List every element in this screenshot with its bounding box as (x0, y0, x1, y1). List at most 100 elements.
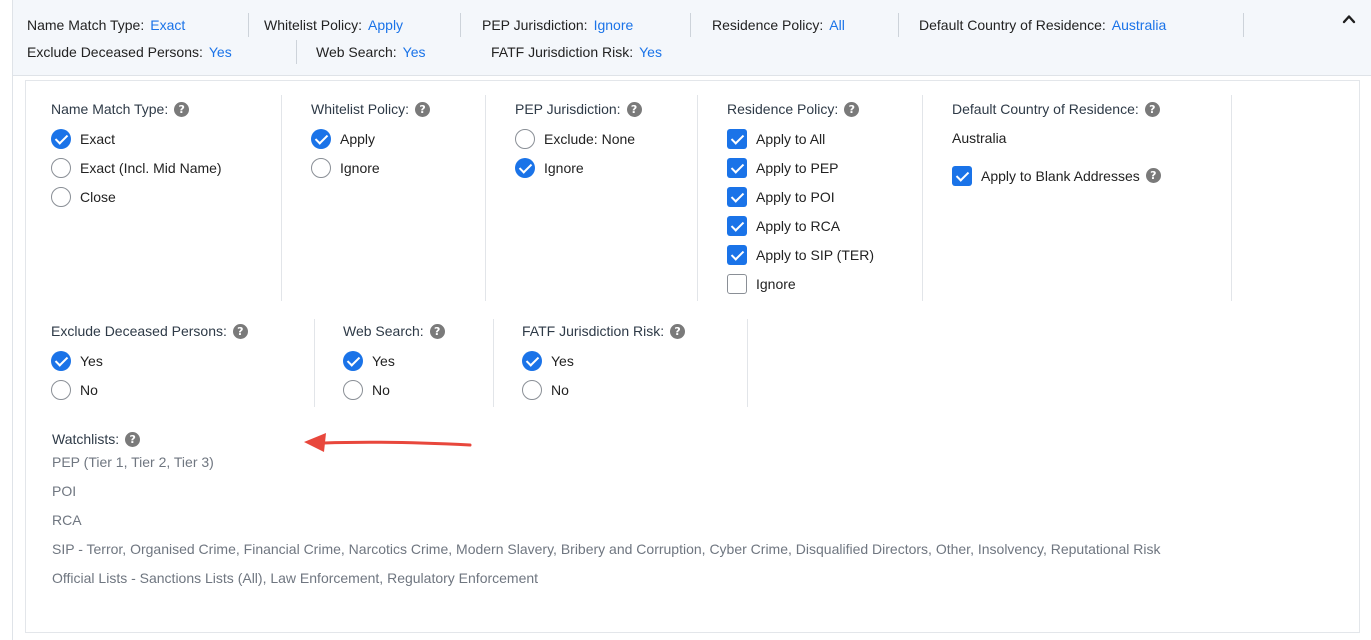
name-match-option-exact-mid[interactable]: Exact (Incl. Mid Name) (51, 153, 222, 182)
option-label: Ignore (544, 159, 584, 176)
fatf-option-no[interactable]: No (522, 375, 685, 404)
column-divider (281, 95, 282, 301)
option-label: Apply to PEP (756, 159, 839, 176)
radio-selected[interactable] (522, 350, 542, 371)
apply-blank-addresses-option[interactable]: Apply to Blank Addresses? (952, 161, 1161, 190)
pep-option-ignore[interactable]: Ignore (515, 153, 642, 182)
name-match-option-close[interactable]: Close (51, 182, 222, 211)
country-value: Australia (952, 130, 1007, 146)
summary-divider (460, 13, 461, 37)
radio-unselected[interactable] (311, 157, 331, 178)
summary-country: Default Country of Residence: Australia (919, 17, 1166, 33)
summary-divider (1243, 13, 1244, 37)
residence-group: Residence Policy:? Apply to All Apply to… (727, 100, 874, 298)
checkbox-checked[interactable] (727, 128, 747, 149)
pep-title: PEP Jurisdiction:? (515, 100, 642, 118)
help-icon[interactable]: ? (626, 101, 642, 117)
column-divider (747, 319, 748, 407)
screening-settings: Name Match Type: Exact Whitelist Policy: A… (12, 0, 1371, 640)
checkbox-checked[interactable] (727, 244, 747, 265)
help-icon[interactable]: ? (174, 101, 190, 117)
help-icon[interactable]: ? (232, 323, 248, 339)
summary-whitelist-value: Apply (368, 17, 404, 33)
watchlist-item: RCA (52, 512, 82, 528)
pep-option-exclude-none[interactable]: Exclude: None (515, 124, 642, 153)
watchlist-item: POI (52, 483, 77, 499)
country-group: Default Country of Residence:? Australia… (952, 100, 1161, 190)
help-icon[interactable]: ? (415, 101, 431, 117)
help-icon[interactable]: ? (1145, 168, 1161, 183)
residence-option-ignore[interactable]: Ignore (727, 269, 874, 298)
radio-selected[interactable] (343, 350, 363, 371)
summary-pep-label: PEP Jurisdiction: (482, 17, 588, 33)
watchlist-item: PEP (Tier 1, Tier 2, Tier 3) (52, 454, 214, 470)
residence-option-sip[interactable]: Apply to SIP (TER) (727, 240, 874, 269)
summary-divider (296, 40, 297, 64)
summary-name-match: Name Match Type: Exact (27, 17, 185, 33)
radio-selected[interactable] (311, 128, 331, 149)
radio-selected[interactable] (515, 157, 535, 178)
radio-unselected[interactable] (51, 379, 71, 400)
option-label: Apply to SIP (TER) (756, 246, 875, 263)
radio-unselected[interactable] (522, 379, 542, 400)
checkbox-checked[interactable] (952, 165, 972, 186)
summary-fatf-label: FATF Jurisdiction Risk: (491, 44, 634, 60)
summary-residence-value: All (829, 17, 845, 33)
name-match-option-exact[interactable]: Exact (51, 124, 222, 153)
radio-selected[interactable] (51, 350, 71, 371)
help-icon[interactable]: ? (670, 323, 686, 339)
name-match-title: Name Match Type:? (51, 100, 222, 118)
option-label: Exclude: None (544, 130, 636, 147)
option-label: Ignore (340, 159, 380, 176)
settings-summary-bar[interactable]: Name Match Type: Exact Whitelist Policy: A… (13, 0, 1371, 76)
web-search-group: Web Search:? Yes No (343, 322, 445, 404)
checkbox-checked[interactable] (727, 186, 747, 207)
column-divider (697, 95, 698, 301)
summary-web: Web Search: Yes (316, 44, 426, 60)
whitelist-title: Whitelist Policy:? (311, 100, 431, 118)
column-divider (1231, 95, 1232, 301)
checkbox-checked[interactable] (727, 157, 747, 178)
radio-unselected[interactable] (51, 186, 71, 207)
option-label: No (80, 381, 98, 398)
whitelist-option-apply[interactable]: Apply (311, 124, 430, 153)
help-icon[interactable]: ? (844, 101, 860, 117)
option-label: Exact (Incl. Mid Name) (80, 159, 222, 176)
summary-deceased: Exclude Deceased Persons: Yes (27, 44, 232, 60)
summary-web-value: Yes (402, 44, 426, 60)
checkbox-unchecked[interactable] (727, 273, 747, 294)
fatf-option-yes[interactable]: Yes (522, 346, 685, 375)
residence-option-all[interactable]: Apply to All (727, 124, 874, 153)
web-search-option-no[interactable]: No (343, 375, 445, 404)
column-divider (493, 319, 494, 407)
whitelist-option-ignore[interactable]: Ignore (311, 153, 430, 182)
radio-unselected[interactable] (343, 379, 363, 400)
chevron-up-icon[interactable] (1340, 10, 1358, 28)
deceased-option-yes[interactable]: Yes (51, 346, 248, 375)
residence-option-pep[interactable]: Apply to PEP (727, 153, 874, 182)
checkbox-checked[interactable] (727, 215, 747, 236)
option-label: Apply to Blank Addresses (981, 167, 1140, 184)
deceased-option-no[interactable]: No (51, 375, 248, 404)
residence-option-rca[interactable]: Apply to RCA (727, 211, 874, 240)
help-icon[interactable]: ? (1144, 101, 1160, 117)
summary-name-match-label: Name Match Type: (27, 17, 145, 33)
help-icon[interactable]: ? (429, 323, 445, 339)
summary-deceased-label: Exclude Deceased Persons: (27, 44, 203, 60)
summary-whitelist-label: Whitelist Policy: (264, 17, 363, 33)
summary-country-label: Default Country of Residence: (919, 17, 1106, 33)
residence-option-poi[interactable]: Apply to POI (727, 182, 874, 211)
web-search-title: Web Search:? (343, 322, 445, 340)
help-icon[interactable]: ? (125, 431, 141, 447)
radio-unselected[interactable] (515, 128, 535, 149)
pep-group: PEP Jurisdiction:? Exclude: None Ignore (515, 100, 642, 182)
radio-selected[interactable] (51, 128, 71, 149)
radio-unselected[interactable] (51, 157, 71, 178)
summary-fatf-value: Yes (639, 44, 662, 60)
option-label: Ignore (756, 275, 796, 292)
option-label: No (372, 381, 390, 398)
web-search-option-yes[interactable]: Yes (343, 346, 445, 375)
option-label: Apply to RCA (756, 217, 841, 234)
column-divider (485, 95, 486, 301)
summary-divider (248, 13, 249, 37)
